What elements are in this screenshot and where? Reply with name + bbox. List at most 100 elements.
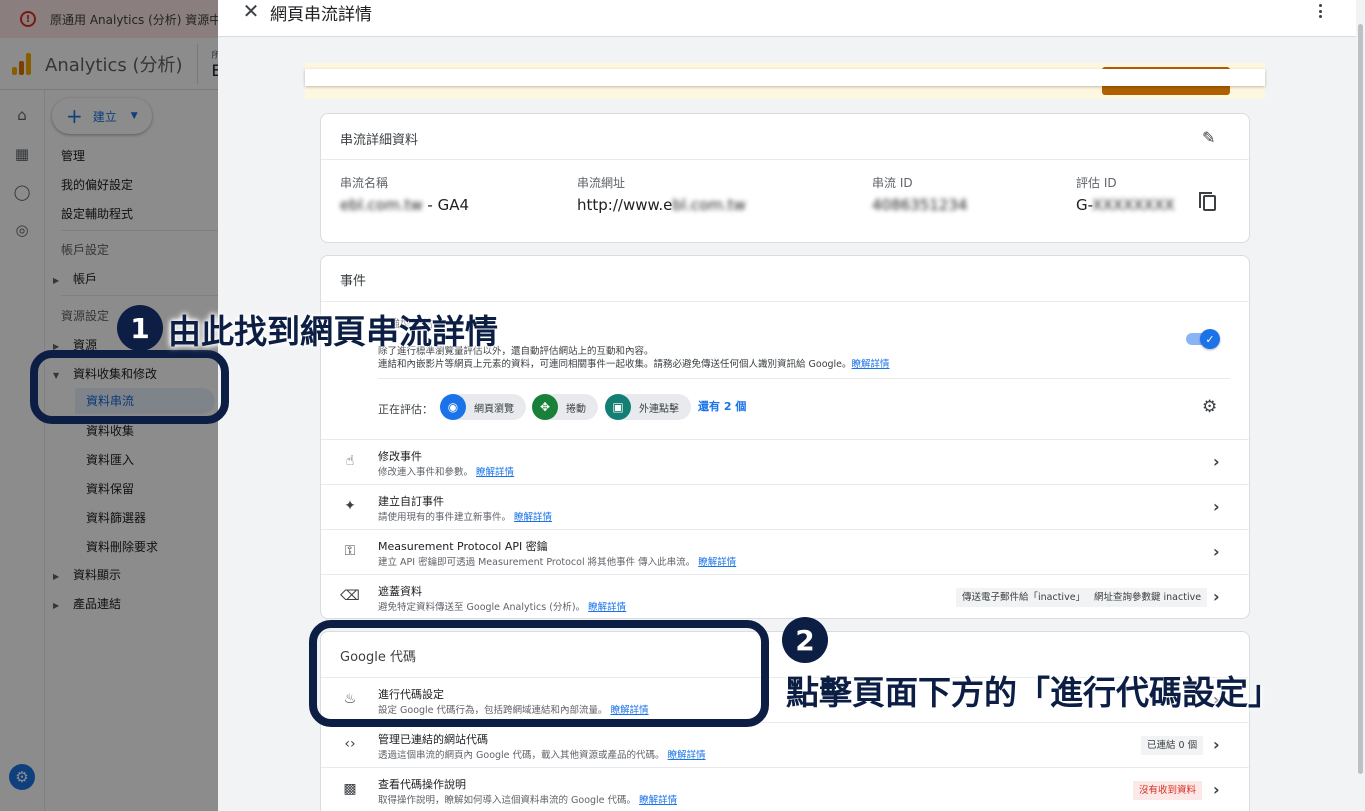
chevron-right-icon: ›	[1213, 735, 1220, 754]
learn-more-link[interactable]: 瞭解詳情	[514, 512, 552, 523]
close-icon[interactable]: ✕	[241, 1, 261, 22]
row-desc: 透過這個串流的網頁內 Google 代碼，載入其他資源或產品的代碼。 瞭解詳情	[378, 747, 706, 761]
check-icon: ✓	[1200, 329, 1220, 349]
panel-header: ✕ 網頁串流詳情	[218, 0, 1356, 37]
row-title: 查看代碼操作說明	[378, 778, 466, 791]
stream-id-field: 串流 ID 4086351234	[872, 174, 967, 214]
stream-name-field: 串流名稱 ebl.com.tw - GA4	[340, 174, 469, 214]
code-icon: ‹›	[344, 736, 356, 752]
stream-name-suffix: - GA4	[422, 196, 470, 214]
stream-details-card: 串流詳細資料 ✎ 串流名稱 ebl.com.tw - GA4 串流網址 http…	[320, 113, 1251, 243]
measurement-id-prefix: G-	[1076, 196, 1093, 214]
stream-url-prefix: http://www.e	[577, 196, 673, 214]
annotation-step-2-badge: 2	[782, 617, 828, 663]
chip-label: 捲動	[566, 403, 586, 415]
row-title: 修改事件	[378, 450, 422, 463]
banner-overlay-strip	[305, 69, 1265, 86]
stream-id-label: 串流 ID	[872, 176, 913, 190]
row-desc: 修改連入事件和參數。 瞭解詳情	[378, 464, 514, 478]
eraser-icon: ⌫	[340, 588, 360, 604]
chip-outbound-clicks: ▣ 外連點擊	[605, 394, 691, 420]
learn-more-link[interactable]: 瞭解詳情	[668, 750, 706, 761]
stream-url-label: 串流網址	[577, 176, 626, 190]
chevron-right-icon: ›	[1213, 452, 1220, 471]
page-scrollbar[interactable]	[1356, 0, 1365, 811]
row-title: 管理已連結的網站代碼	[378, 733, 488, 746]
manage-connected-tags-row[interactable]: ‹› 管理已連結的網站代碼 透過這個串流的網頁內 Google 代碼，載入其他資…	[321, 722, 1251, 767]
edit-pencil-icon[interactable]: ✎	[1202, 128, 1215, 147]
key-icon: ⚿	[344, 543, 356, 559]
enhanced-measurement-desc-2: 連結和內嵌影片等網頁上元素的資料，可連同相關事件一起收集。請務必避免傳送任何個人…	[378, 356, 890, 370]
chevron-right-icon: ›	[1213, 542, 1220, 561]
redacted-stream-name: ebl.com.tw	[340, 196, 423, 214]
row-title: Measurement Protocol API 密鑰	[378, 540, 548, 553]
annotation-highlight-data-streams	[30, 350, 229, 424]
chip-page-views: ◉ 網頁瀏覽	[440, 394, 526, 420]
chip-label: 外連點擊	[639, 403, 679, 415]
measurement-id-field: 評估 ID G-XXXXXXXX	[1076, 174, 1175, 214]
view-tag-instructions-row[interactable]: ▩ 查看代碼操作說明 取得操作說明，瞭解如何導入這個資料串流的 Google 代…	[321, 767, 1251, 811]
measurement-id-value: G-XXXXXXXX	[1076, 196, 1175, 214]
redacted-stream-url: bl.com.tw	[672, 196, 746, 214]
desc-text: 連結和內嵌影片等網頁上元素的資料，可連同相關事件一起收集。請務必避免傳送任何個人…	[378, 359, 852, 370]
divider	[321, 301, 1251, 302]
stream-name-value: ebl.com.tw - GA4	[340, 196, 469, 214]
create-custom-events-row[interactable]: ✦ 建立自訂事件 請使用現有的事件建立新事件。 瞭解詳情 ›	[321, 484, 1251, 529]
eye-icon: ◉	[440, 394, 466, 420]
desc-text: 建立 API 密鑰即可透過 Measurement Protocol 將其他事件…	[378, 557, 696, 568]
desc-text: 請使用現有的事件建立新事件。	[378, 512, 512, 523]
enhanced-measurement-toggle[interactable]: ✓	[1186, 329, 1220, 349]
stream-name-label: 串流名稱	[340, 176, 389, 190]
desc-text: 取得操作說明，瞭解如何導入這個資料串流的 Google 代碼。	[378, 795, 637, 806]
redacted-measurement-id: XXXXXXXX	[1092, 196, 1175, 214]
row-title: 遮蓋資料	[378, 585, 422, 598]
learn-more-link[interactable]: 瞭解詳情	[639, 795, 677, 806]
query-param-redaction-tag: 網址查詢參數鍵 inactive	[1088, 588, 1208, 607]
card-title: 事件	[340, 274, 367, 289]
row-title: 建立自訂事件	[378, 495, 444, 508]
learn-more-link[interactable]: 瞭解詳情	[588, 602, 626, 613]
connected-count-tag: 已連結 0 個	[1141, 736, 1204, 755]
desc-text: 透過這個串流的網頁內 Google 代碼，載入其他資源或產品的代碼。	[378, 750, 665, 761]
annotation-highlight-tag-settings	[309, 620, 769, 727]
touch-icon: ☝	[345, 453, 355, 469]
chevron-right-icon: ›	[1213, 587, 1220, 606]
modify-events-row[interactable]: ☝ 修改事件 修改連入事件和參數。 瞭解詳情 ›	[321, 439, 1251, 484]
row-desc: 取得操作說明，瞭解如何導入這個資料串流的 Google 代碼。 瞭解詳情	[378, 792, 677, 806]
scrollbar-thumb[interactable]	[1358, 24, 1363, 774]
evaluating-label: 正在評估：	[378, 403, 433, 416]
more-options-icon[interactable]	[1314, 1, 1326, 21]
learn-more-link[interactable]: 瞭解詳情	[698, 557, 736, 568]
redacted-stream-id: 4086351234	[872, 196, 968, 214]
learn-more-link[interactable]: 瞭解詳情	[476, 467, 514, 478]
row-desc: 避免特定資料傳送至 Google Analytics (分析)。 瞭解詳情	[378, 599, 626, 613]
email-redaction-tag: 傳送電子郵件給「inactive」	[956, 588, 1092, 607]
divider	[321, 159, 1251, 160]
sparkle-cursor-icon: ✦	[344, 498, 356, 514]
redact-data-row[interactable]: ⌫ 遮蓋資料 避免特定資料傳送至 Google Analytics (分析)。 …	[321, 574, 1251, 619]
card-title: 串流詳細資料	[340, 133, 419, 148]
chevron-right-icon: ›	[1213, 780, 1220, 799]
copy-icon[interactable]	[1199, 192, 1216, 211]
annotation-step-2-text: 點擊頁面下方的「進行代碼設定」	[786, 673, 1281, 712]
annotation-step-1-badge: 1	[117, 305, 163, 351]
no-data-tag: 沒有收到資料	[1133, 781, 1203, 800]
desc-text: 修改連入事件和參數。	[378, 467, 474, 478]
divider	[378, 378, 1230, 379]
desc-text: 避免特定資料傳送至 Google Analytics (分析)。	[378, 602, 586, 613]
more-events-link[interactable]: 還有 2 個	[698, 398, 746, 414]
chevron-right-icon: ›	[1213, 497, 1220, 516]
row-desc: 建立 API 密鑰即可透過 Measurement Protocol 將其他事件…	[378, 554, 736, 568]
annotation-step-1-text: 由此找到網頁串流詳情	[168, 312, 498, 351]
chip-scrolls: ✥ 捲動	[532, 394, 598, 420]
panel-title: 網頁串流詳情	[270, 5, 372, 25]
settings-gear-icon[interactable]: ⚙	[1202, 397, 1217, 417]
code-box-icon: ▩	[343, 781, 357, 797]
mouse-icon: ▣	[605, 394, 631, 420]
learn-more-link[interactable]: 瞭解詳情	[852, 359, 890, 370]
chip-label: 網頁瀏覽	[474, 403, 514, 415]
measurement-protocol-row[interactable]: ⚿ Measurement Protocol API 密鑰 建立 API 密鑰即…	[321, 529, 1251, 574]
stream-url-field: 串流網址 http://www.ebl.com.tw	[577, 174, 746, 214]
stream-url-value: http://www.ebl.com.tw	[577, 196, 746, 214]
row-desc: 請使用現有的事件建立新事件。 瞭解詳情	[378, 509, 552, 523]
